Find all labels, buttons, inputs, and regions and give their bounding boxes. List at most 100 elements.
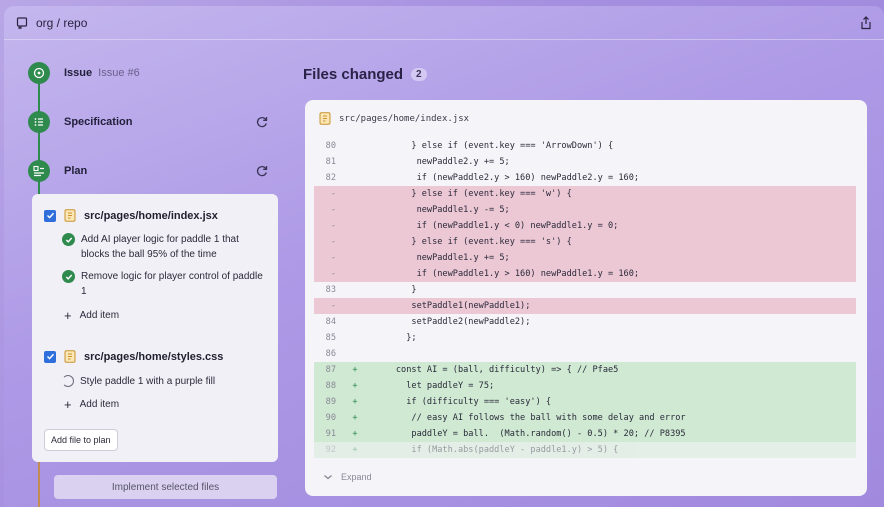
step-plan[interactable]: Plan [28,160,87,182]
refresh-icon[interactable] [255,115,269,129]
line-number: - [330,221,336,231]
line-number: - [330,205,336,215]
code-text: newPaddle1.y -= 5; [370,205,510,215]
plan-task[interactable]: Style paddle 1 with a purple fill [62,374,267,389]
line-number: 81 [325,157,336,167]
in-progress-icon [62,375,74,387]
top-bar: org / repo [4,6,884,40]
line-number: - [330,189,336,199]
step-plan-label: Plan [64,165,88,177]
code-text: if (Math.abs(paddleY - paddle1.y) > 5) { [370,445,619,455]
diff-sign: + [352,381,358,391]
plan-icon [28,160,50,182]
diff-line: - } else if (event.key === 's') { [314,234,856,250]
code-text: } [370,285,417,295]
plan-file-name: src/pages/home/styles.css [84,350,224,363]
line-number: 80 [325,141,336,151]
step-issue[interactable]: Issue Issue #6 [28,62,140,84]
code-text: }; [370,333,417,343]
refresh-icon[interactable] [255,164,269,178]
diff-line: - } else if (event.key === 'w') { [314,186,856,202]
diff-line: 91 + paddleY = ball. (Math.random() - 0.5… [314,426,856,442]
diff-sign: + [352,413,358,423]
checkbox-checked-icon[interactable] [44,209,56,222]
diff-sign: + [352,365,358,375]
line-number: 83 [325,285,336,295]
plan-task-text: Remove logic for player control of paddl… [81,271,263,297]
chevron-down-icon [324,475,332,480]
plus-icon: + [64,307,72,323]
code-text: } else if (event.key === 'w') { [370,189,572,199]
file-icon [64,350,76,363]
share-icon[interactable] [860,16,872,30]
plan-card: src/pages/home/index.jsx Add AI player l… [32,194,278,462]
diff-lines: 80 } else if (event.key === 'ArrowDown')… [314,138,856,458]
files-changed-title: Files changed [303,66,404,83]
diff-line: 90 + // easy AI follows the ball with som… [314,410,856,426]
code-text: const AI = (ball, difficulty) => { // Pf… [370,365,619,375]
checkbox-checked-icon[interactable] [44,350,56,363]
repo-path[interactable]: org / repo [36,16,87,30]
code-text: newPaddle2.y += 5; [370,157,510,167]
files-changed-header: Files changed 2 [303,66,427,83]
file-icon [319,112,331,125]
add-file-to-plan-button[interactable]: Add file to plan [44,429,118,451]
code-text: } else if (event.key === 's') { [370,237,572,247]
diff-line: 81 newPaddle2.y += 5; [314,154,856,170]
check-circle-icon [62,233,75,246]
diff-line: - setPaddle1(newPaddle1); [314,298,856,314]
implement-selected-files-button[interactable]: Implement selected files [54,475,277,499]
diff-line: 86 [314,346,856,362]
line-number: 85 [325,333,336,343]
diff-sign: + [352,397,358,407]
code-text: if (newPaddle2.y > 160) newPaddle2.y = 1… [370,173,640,183]
plus-icon: + [64,396,72,412]
issue-icon [28,62,50,84]
diff-line: - if (newPaddle1.y < 0) newPaddle1.y = 0… [314,218,856,234]
line-number: 86 [325,349,336,359]
code-text: let paddleY = 75; [370,381,495,391]
diff-sign: + [352,445,358,455]
diff-panel: src/pages/home/index.jsx 80 } else if (e… [305,100,867,496]
line-number: - [330,253,336,263]
code-text: } else if (event.key === 'ArrowDown') { [370,141,614,151]
diff-line: 84 setPaddle2(newPaddle2); [314,314,856,330]
add-item-button[interactable]: + Add item [64,307,120,323]
file-icon [64,209,76,222]
line-number: 89 [325,397,336,407]
expand-label: Expand [341,472,372,482]
plan-file-row[interactable]: src/pages/home/index.jsx [44,209,218,222]
plan-file-row[interactable]: src/pages/home/styles.css [44,350,223,363]
plan-task[interactable]: Remove logic for player control of paddl… [62,269,267,299]
add-item-button[interactable]: + Add item [64,396,120,412]
plan-file-name: src/pages/home/index.jsx [84,209,218,222]
line-number: - [330,269,336,279]
diff-line: - if (newPaddle1.y > 160) newPaddle1.y =… [314,266,856,282]
plan-task-text: Style paddle 1 with a purple fill [80,376,216,387]
code-text: // easy AI follows the ball with some de… [370,413,686,423]
diff-line: - newPaddle1.y += 5; [314,250,856,266]
files-changed-count: 2 [411,68,427,81]
diff-line: 87 + const AI = (ball, difficulty) => { /… [314,362,856,378]
line-number: 91 [325,429,336,439]
line-number: - [330,237,336,247]
add-item-label: Add item [79,399,120,410]
diff-line: 82 if (newPaddle2.y > 160) newPaddle2.y … [314,170,856,186]
plan-task[interactable]: Add AI player logic for paddle 1 that bl… [62,232,267,262]
step-specification[interactable]: Specification [28,111,132,133]
check-circle-icon [62,270,75,283]
diff-file-header[interactable]: src/pages/home/index.jsx [319,112,469,125]
add-item-label: Add item [79,310,120,321]
code-text: newPaddle1.y += 5; [370,253,510,263]
diff-line: 83 } [314,282,856,298]
list-icon [28,111,50,133]
expand-button[interactable]: Expand [323,472,372,482]
plan-task-text: Add AI player logic for paddle 1 that bl… [81,234,239,260]
line-number: 82 [325,173,336,183]
diff-line: 80 } else if (event.key === 'ArrowDown')… [314,138,856,154]
step-specification-label: Specification [64,116,133,128]
code-text: setPaddle2(newPaddle2); [370,317,531,327]
diff-sign: + [352,429,358,439]
diff-line: - newPaddle1.y -= 5; [314,202,856,218]
line-number: 88 [325,381,336,391]
